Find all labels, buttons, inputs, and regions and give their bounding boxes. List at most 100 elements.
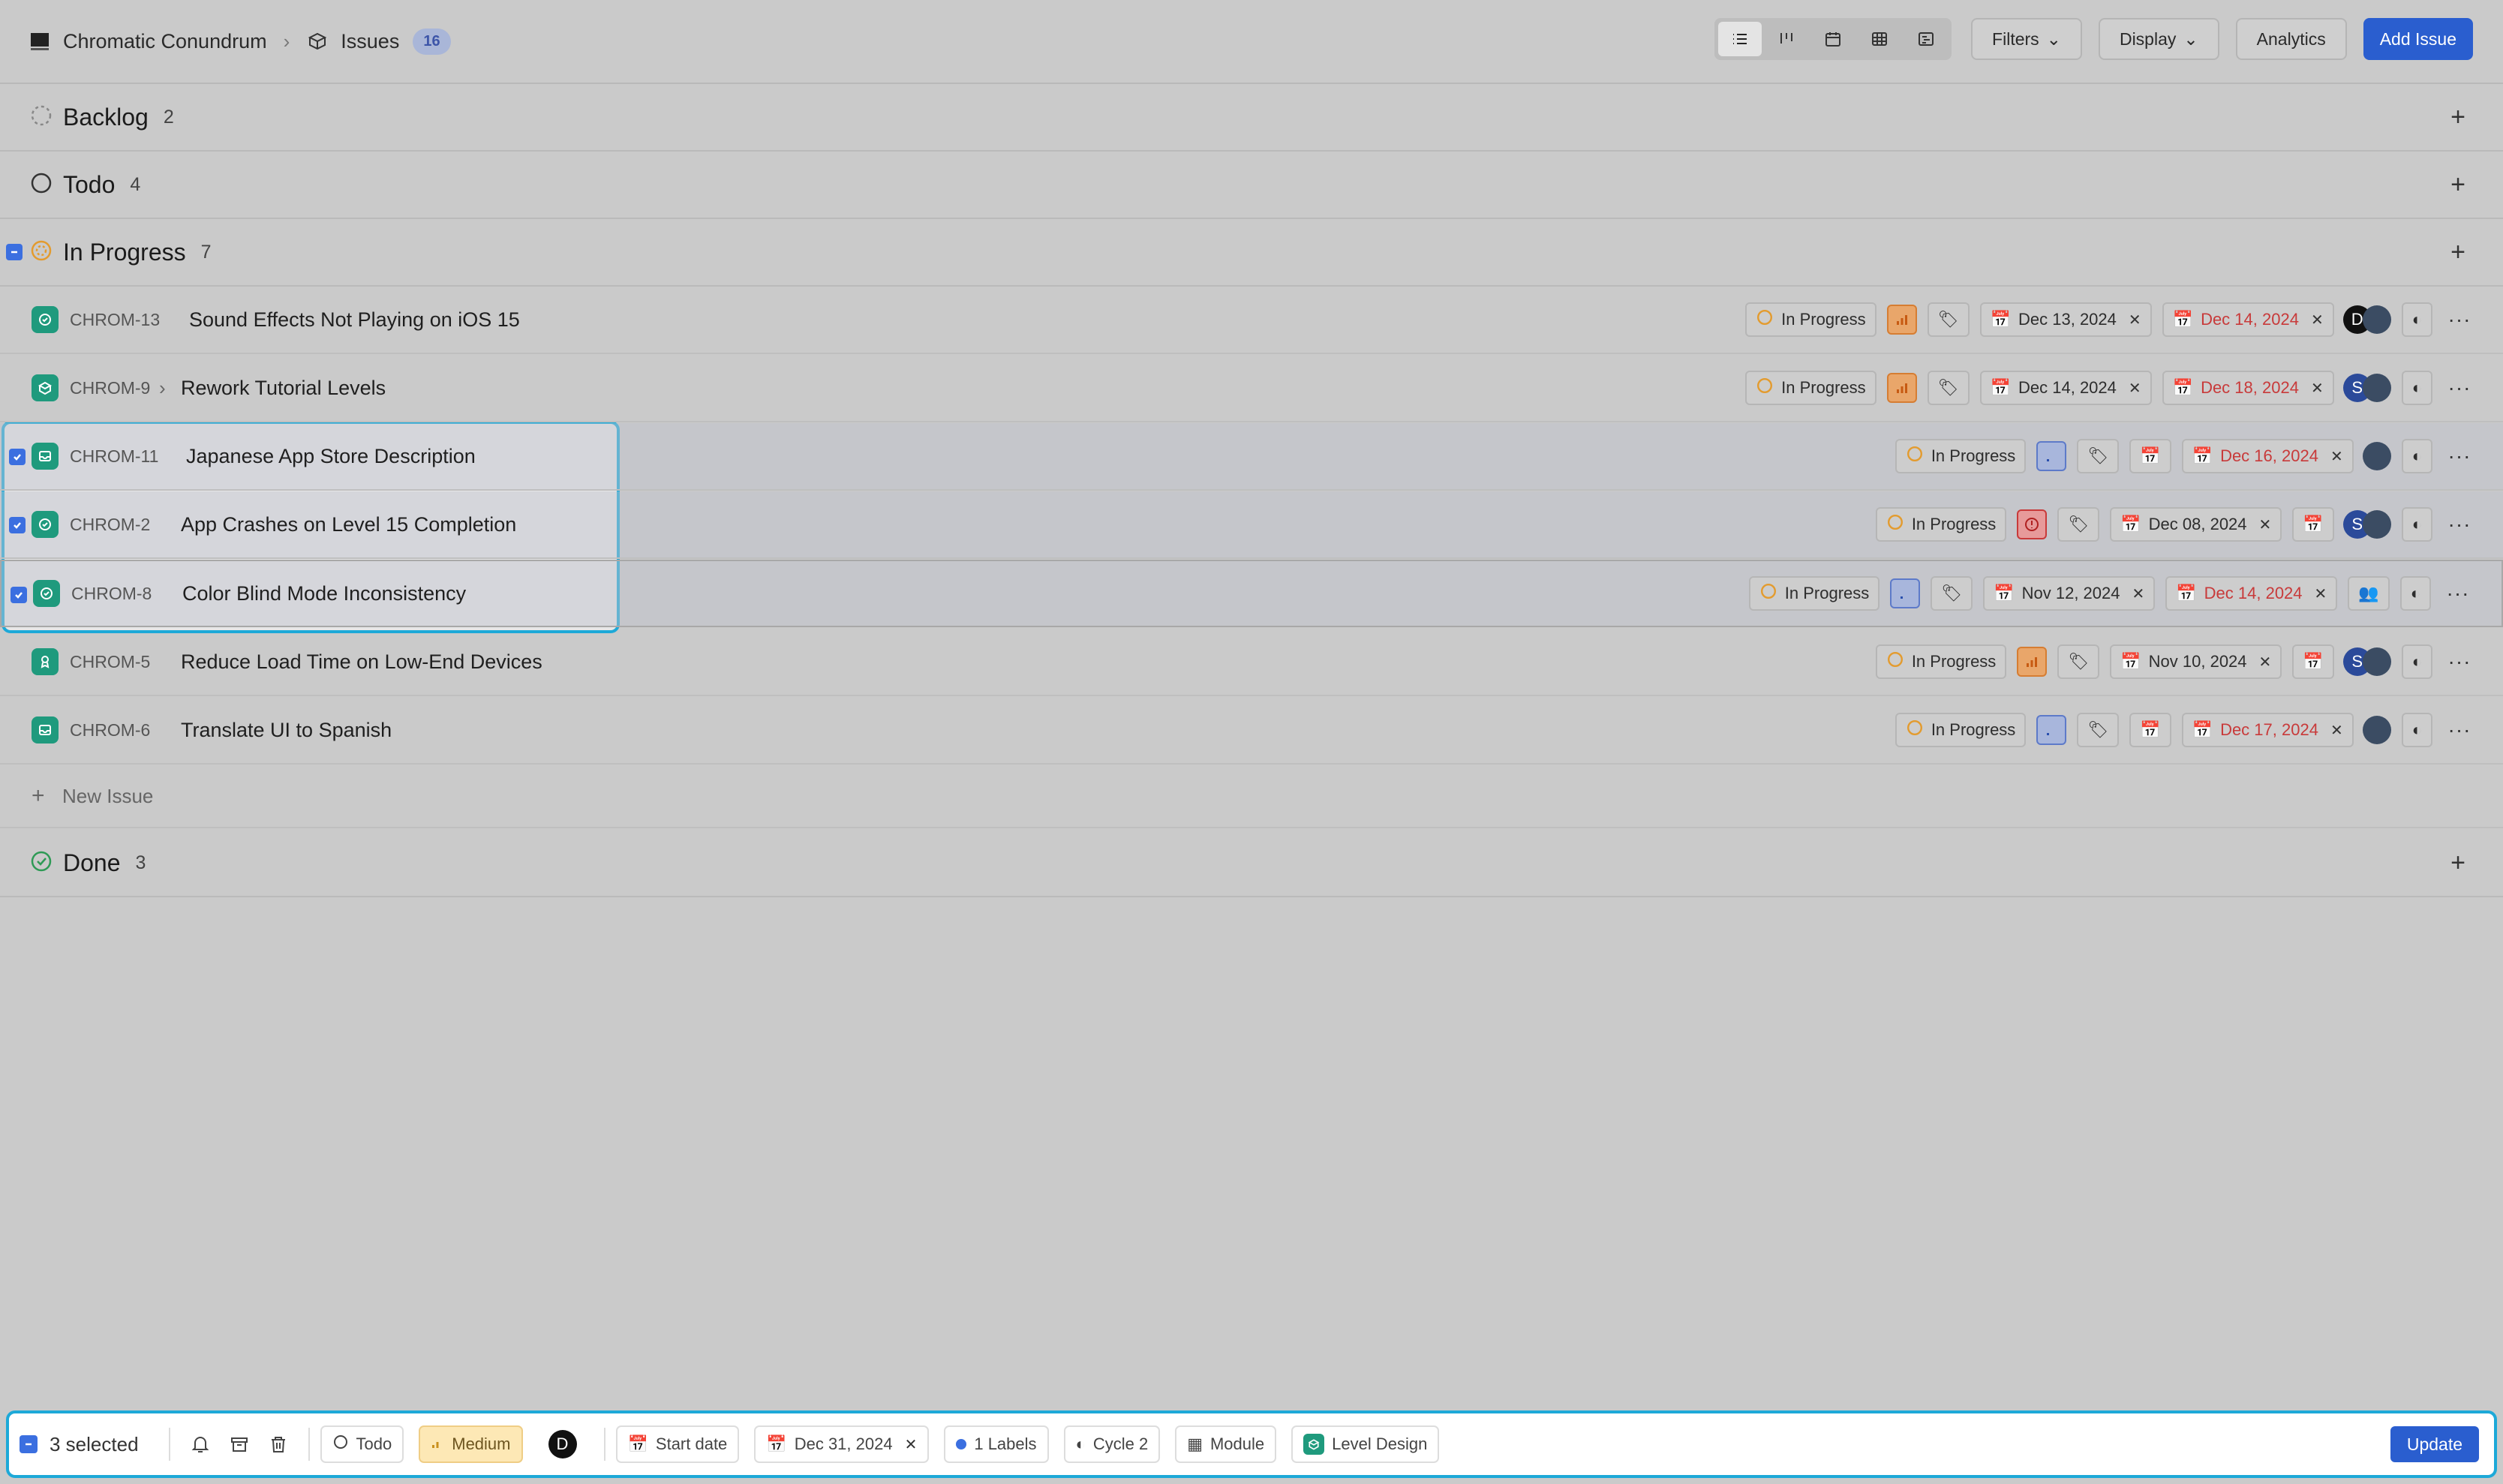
project-name[interactable]: Chromatic Conundrum (63, 30, 267, 53)
issue-title[interactable]: Japanese App Store Description (186, 445, 476, 468)
issue-title[interactable]: Color Blind Mode Inconsistency (182, 582, 466, 605)
issue-title[interactable]: App Crashes on Level 15 Completion (181, 513, 516, 536)
state-dropdown[interactable]: In Progress (1745, 302, 1876, 337)
clear-icon[interactable]: ✕ (2315, 584, 2327, 603)
add-issue-to-group-icon[interactable]: + (2450, 170, 2465, 200)
more-options-icon[interactable]: ··· (2443, 512, 2476, 536)
add-issue-to-group-icon[interactable]: + (2450, 238, 2465, 267)
labels-button[interactable]: 🏷 (1927, 371, 1970, 405)
labels-button[interactable]: 🏷 (2077, 439, 2120, 473)
more-options-icon[interactable]: ··· (2441, 581, 2474, 605)
bulk-state-button[interactable]: Todo (320, 1425, 404, 1463)
group-header-done[interactable]: Done 3 + (0, 830, 2503, 897)
assignees[interactable]: S (2342, 374, 2391, 402)
add-issue-to-group-icon[interactable]: + (2450, 103, 2465, 132)
calendar-view-icon[interactable] (1811, 22, 1855, 56)
due-date-button[interactable]: 📅 Dec 17, 2024 ✕ (2181, 713, 2354, 747)
deselect-checkbox[interactable] (20, 1435, 38, 1453)
priority-low-icon[interactable] (2036, 441, 2067, 471)
more-options-icon[interactable]: ··· (2443, 718, 2476, 742)
archive-icon[interactable] (220, 1425, 259, 1464)
add-issue-to-group-icon[interactable]: + (2450, 849, 2465, 878)
start-date-button[interactable]: 📅 Dec 14, 2024 ✕ (1979, 371, 2152, 405)
cycle-button[interactable]: ◐ (2401, 302, 2432, 337)
list-view-icon[interactable] (1718, 22, 1762, 56)
assignees[interactable] (2362, 442, 2391, 470)
bulk-start-date-button[interactable]: 📅 Start date (615, 1425, 740, 1463)
bulk-due-date-button[interactable]: 📅 Dec 31, 2024 ✕ (754, 1425, 930, 1463)
labels-button[interactable]: 🏷 (1927, 302, 1970, 337)
trash-icon[interactable] (259, 1425, 298, 1464)
bulk-cycle-button[interactable]: ◐ Cycle 2 (1063, 1425, 1161, 1463)
assignee-button[interactable]: 👥 (2348, 576, 2390, 611)
cycle-button[interactable]: ◐ (2401, 507, 2432, 542)
state-dropdown[interactable]: In Progress (1748, 576, 1880, 611)
clear-icon[interactable]: ✕ (2259, 653, 2272, 671)
clear-icon[interactable]: ✕ (2259, 515, 2272, 534)
row-checkbox[interactable] (11, 587, 27, 603)
bulk-labels-button[interactable]: 1 Labels (944, 1425, 1049, 1463)
more-options-icon[interactable]: ··· (2443, 308, 2476, 332)
clear-icon[interactable]: ✕ (2132, 584, 2144, 603)
group-header-todo[interactable]: Todo 4 + (0, 152, 2503, 219)
clear-icon[interactable]: ✕ (2330, 721, 2343, 740)
spreadsheet-view-icon[interactable] (1858, 22, 1901, 56)
cycle-button[interactable]: ◐ (2401, 713, 2432, 747)
state-dropdown[interactable]: In Progress (1745, 371, 1876, 405)
due-date-button[interactable]: 📅 Dec 16, 2024 ✕ (2181, 439, 2354, 473)
due-date-button[interactable]: 📅 Dec 18, 2024 ✕ (2162, 371, 2334, 405)
cycle-button[interactable]: ◐ (2399, 576, 2431, 611)
due-date-button[interactable]: 📅 Dec 14, 2024 ✕ (2165, 576, 2338, 611)
row-checkbox[interactable] (9, 517, 26, 533)
due-date-button[interactable]: 📅 (2292, 507, 2334, 542)
start-date-button[interactable]: 📅 Dec 08, 2024 ✕ (2110, 507, 2282, 542)
state-dropdown[interactable]: In Progress (1895, 713, 2027, 747)
assignees[interactable] (2362, 716, 2391, 744)
subscribe-bell-icon[interactable] (181, 1425, 220, 1464)
assignees[interactable]: S (2342, 647, 2391, 676)
clear-icon[interactable]: ✕ (2129, 379, 2141, 398)
assignees[interactable]: D (2342, 305, 2391, 334)
state-dropdown[interactable]: In Progress (1895, 439, 2027, 473)
start-date-button[interactable]: 📅 Nov 12, 2024 ✕ (1983, 576, 2156, 611)
project-logo-icon[interactable] (29, 30, 51, 53)
issue-row-selected[interactable]: CHROM-11 Japanese App Store Description … (0, 423, 2503, 491)
assignees[interactable]: S (2342, 510, 2391, 539)
bulk-assignee-avatar[interactable]: D (548, 1430, 577, 1458)
priority-high-icon[interactable] (1886, 305, 1917, 335)
group-header-backlog[interactable]: Backlog 2 + (0, 84, 2503, 152)
cycle-button[interactable]: ◐ (2401, 439, 2432, 473)
labels-button[interactable]: 🏷 (2077, 713, 2120, 747)
clear-icon[interactable]: ✕ (2311, 311, 2324, 329)
add-issue-button[interactable]: Add Issue (2363, 18, 2473, 60)
more-options-icon[interactable]: ··· (2443, 650, 2476, 674)
kanban-view-icon[interactable] (1765, 22, 1808, 56)
clear-icon[interactable]: ✕ (2330, 447, 2343, 466)
update-button[interactable]: Update (2390, 1426, 2479, 1462)
cycle-button[interactable]: ◐ (2401, 371, 2432, 405)
labels-button[interactable]: 🏷 (2057, 644, 2100, 679)
start-date-button[interactable]: 📅 (2129, 439, 2171, 473)
new-issue-row[interactable]: + New Issue (0, 765, 2503, 828)
priority-high-icon[interactable] (1886, 373, 1917, 403)
cycle-button[interactable]: ◐ (2401, 644, 2432, 679)
issue-row[interactable]: CHROM-6 Translate UI to Spanish In Progr… (0, 697, 2503, 765)
state-dropdown[interactable]: In Progress (1875, 644, 2007, 679)
issues-breadcrumb[interactable]: Issues (341, 30, 399, 53)
bulk-module-button[interactable]: ▦ Module (1175, 1425, 1277, 1463)
labels-button[interactable]: 🏷 (2057, 507, 2100, 542)
group-header-in-progress[interactable]: In Progress 7 + (0, 219, 2503, 287)
priority-low-icon[interactable] (2036, 715, 2067, 745)
priority-high-icon[interactable] (2017, 647, 2048, 677)
chevron-right-icon[interactable]: › (159, 377, 166, 400)
priority-low-icon[interactable] (1890, 578, 1921, 608)
more-options-icon[interactable]: ··· (2443, 444, 2476, 468)
issue-title[interactable]: Sound Effects Not Playing on iOS 15 (189, 308, 520, 332)
issue-title[interactable]: Rework Tutorial Levels (181, 377, 386, 400)
filters-button[interactable]: Filters ⌄ (1971, 18, 2082, 60)
display-button[interactable]: Display ⌄ (2098, 18, 2219, 60)
issue-title[interactable]: Reduce Load Time on Low-End Devices (181, 650, 542, 674)
clear-icon[interactable]: ✕ (2129, 311, 2141, 329)
issue-title[interactable]: Translate UI to Spanish (181, 719, 392, 742)
issue-row[interactable]: CHROM-9 › Rework Tutorial Levels In Prog… (0, 355, 2503, 422)
